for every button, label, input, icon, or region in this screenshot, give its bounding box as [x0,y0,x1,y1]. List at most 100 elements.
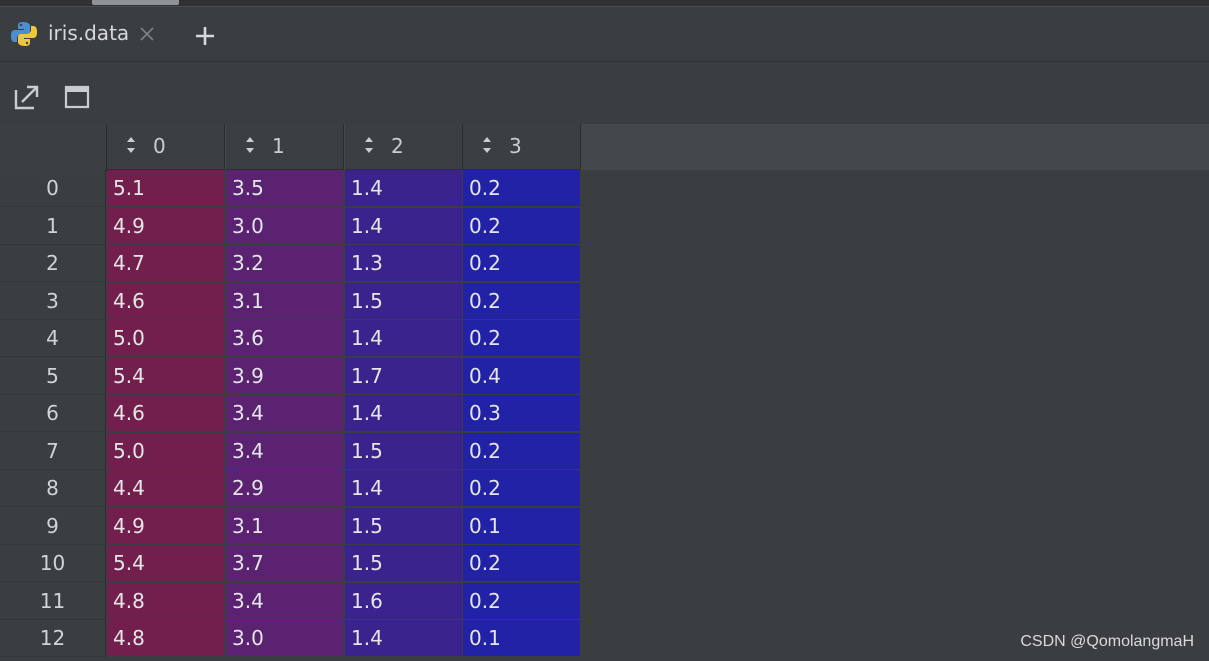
index-header [0,124,107,171]
table-cell[interactable]: 3.1 [226,283,344,320]
table-cell[interactable]: 0.2 [463,320,581,357]
sort-icon [127,137,135,153]
table-row[interactable]: 8 4.4 2.9 1.4 0.2 [0,470,581,507]
table-cell[interactable]: 0.2 [463,583,581,620]
table-cell[interactable]: 1.5 [345,545,463,582]
table-row[interactable]: 9 4.9 3.1 1.5 0.1 [0,508,581,545]
table-cell[interactable]: 1.4 [345,395,463,432]
table-cell[interactable]: 3.7 [226,545,344,582]
table-cell[interactable]: 0.2 [463,545,581,582]
tab-bar: iris.data [0,7,1209,62]
row-index: 3 [0,283,106,320]
sort-icon [483,137,491,153]
table-cell[interactable]: 4.6 [107,283,225,320]
row-index: 7 [0,433,106,470]
table-row[interactable]: 2 4.7 3.2 1.3 0.2 [0,245,581,282]
table-cell[interactable]: 1.4 [345,208,463,245]
table-cell[interactable]: 1.3 [345,245,463,282]
close-icon[interactable] [137,24,157,44]
table-cell[interactable]: 4.8 [107,620,225,657]
table-cell[interactable]: 0.2 [463,283,581,320]
table-cell[interactable]: 3.9 [226,358,344,395]
table-cell[interactable]: 4.4 [107,470,225,507]
python-file-icon [11,22,37,46]
table-cell[interactable]: 4.6 [107,395,225,432]
table-cell[interactable]: 3.4 [226,395,344,432]
table-cell[interactable]: 3.0 [226,208,344,245]
table-cell[interactable]: 3.4 [226,433,344,470]
table-cell[interactable]: 3.4 [226,583,344,620]
window-icon[interactable] [62,82,92,112]
table-row[interactable]: 0 5.1 3.5 1.4 0.2 [0,170,581,207]
table-cell[interactable]: 0.2 [463,245,581,282]
column-label: 3 [509,134,522,158]
add-tab-icon[interactable] [193,24,217,48]
table-header: 0 1 2 3 [0,124,1209,171]
column-header-0[interactable]: 0 [107,124,225,170]
table-cell[interactable]: 4.8 [107,583,225,620]
table-cell[interactable]: 1.4 [345,170,463,207]
table-cell[interactable]: 3.6 [226,320,344,357]
table-cell[interactable]: 0.2 [463,208,581,245]
row-index: 0 [0,170,106,207]
table-row[interactable]: 5 5.4 3.9 1.7 0.4 [0,358,581,395]
column-header-2[interactable]: 2 [345,124,463,170]
table-cell[interactable]: 0.1 [463,508,581,545]
table-cell[interactable]: 0.4 [463,358,581,395]
table-cell[interactable]: 3.0 [226,620,344,657]
table-row[interactable]: 6 4.6 3.4 1.4 0.3 [0,395,581,432]
table-cell[interactable]: 1.5 [345,508,463,545]
table-cell[interactable]: 1.5 [345,433,463,470]
table-cell[interactable]: 0.2 [463,470,581,507]
table-row[interactable]: 10 5.4 3.7 1.5 0.2 [0,545,581,582]
table-cell[interactable]: 1.7 [345,358,463,395]
tab-label: iris.data [48,21,130,45]
table-cell[interactable]: 5.4 [107,358,225,395]
table-cell[interactable]: 5.0 [107,433,225,470]
table-cell[interactable]: 3.2 [226,245,344,282]
table-cell[interactable]: 0.3 [463,395,581,432]
row-index: 2 [0,245,106,282]
column-header-1[interactable]: 1 [226,124,344,170]
table-cell[interactable]: 4.9 [107,208,225,245]
table-row[interactable]: 11 4.8 3.4 1.6 0.2 [0,583,581,620]
sort-icon [246,137,254,153]
table-row[interactable]: 12 4.8 3.0 1.4 0.1 [0,620,581,657]
row-index: 9 [0,508,106,545]
scroll-indicator[interactable] [92,0,179,5]
table-row[interactable]: 1 4.9 3.0 1.4 0.2 [0,208,581,245]
table-cell[interactable]: 0.2 [463,170,581,207]
table-cell[interactable]: 4.9 [107,508,225,545]
row-index: 6 [0,395,106,432]
table-row[interactable]: 4 5.0 3.6 1.4 0.2 [0,320,581,357]
table-cell[interactable]: 5.4 [107,545,225,582]
table-cell[interactable]: 1.5 [345,283,463,320]
watermark: CSDN @QomolangmaH [1020,633,1194,650]
table-cell[interactable]: 0.2 [463,433,581,470]
open-in-window-icon[interactable] [12,82,42,112]
table-cell[interactable]: 5.1 [107,170,225,207]
column-label: 2 [391,134,404,158]
tab-iris-data[interactable]: iris.data [0,7,170,61]
table-cell[interactable]: 3.1 [226,508,344,545]
row-index: 11 [0,583,106,620]
table-cell[interactable]: 0.1 [463,620,581,657]
table-cell[interactable]: 4.7 [107,245,225,282]
table-cell[interactable]: 1.6 [345,583,463,620]
table-cell[interactable]: 1.4 [345,320,463,357]
table-cell[interactable]: 1.4 [345,620,463,657]
table-row[interactable]: 3 4.6 3.1 1.5 0.2 [0,283,581,320]
table-row[interactable]: 7 5.0 3.4 1.5 0.2 [0,433,581,470]
table-cell[interactable]: 1.4 [345,470,463,507]
data-table: 0 1 2 3 0 5.1 3.5 1.4 0.2 1 4.9 3.0 1.4 0.2 2 4.7 3.… [0,124,1209,661]
row-index: 4 [0,320,106,357]
row-index: 5 [0,358,106,395]
table-cell[interactable]: 5.0 [107,320,225,357]
window-top-strip [0,0,1209,7]
table-cell[interactable]: 2.9 [226,470,344,507]
table-cell[interactable]: 3.5 [226,170,344,207]
row-index: 12 [0,620,106,657]
sort-icon [365,137,373,153]
column-header-3[interactable]: 3 [463,124,581,170]
row-index: 10 [0,545,106,582]
